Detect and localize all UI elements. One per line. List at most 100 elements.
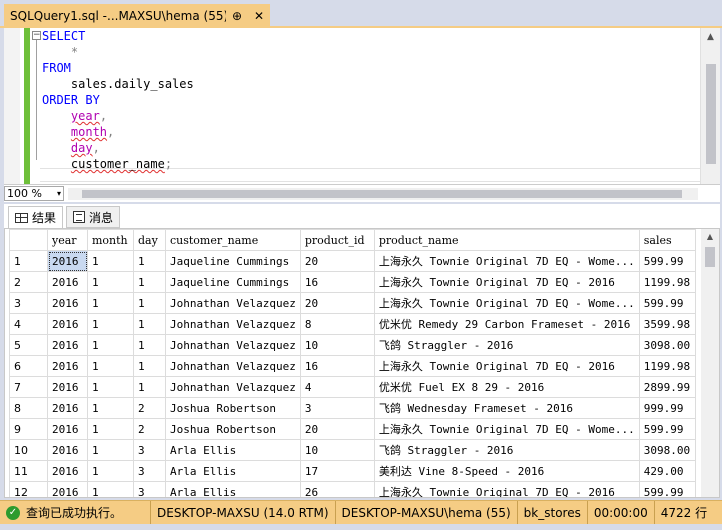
column-header-product-id[interactable]: product_id [299,229,375,251]
cell-row-number[interactable]: 8 [9,397,48,419]
cell-day[interactable]: 2 [133,397,166,419]
cell-year[interactable]: 2016 [47,292,88,314]
cell-row-number[interactable]: 2 [9,271,48,293]
cell-row-number[interactable]: 4 [9,313,48,335]
cell-product-name[interactable]: 飞鸽 Straggler - 2016 [373,334,640,356]
cell-month[interactable]: 1 [87,460,134,482]
cell-customer-name[interactable]: Johnathan Velazquez [165,313,301,335]
cell-year[interactable]: 2016 [47,313,88,335]
query-editor[interactable]: − SELECT * FROM sales.daily_sales ORDER … [4,28,720,184]
cell-row-number[interactable]: 10 [9,439,48,461]
results-grid[interactable]: year month day customer_name product_id … [4,228,720,498]
scroll-thumb[interactable] [706,64,716,164]
cell-product-id[interactable]: 16 [299,271,375,293]
scroll-up-icon[interactable]: ▲ [701,229,719,245]
column-header-month[interactable]: month [87,229,134,251]
cell-row-number[interactable]: 1 [9,250,48,272]
zoom-select[interactable]: 100 % ▾ [4,186,64,201]
cell-product-name[interactable]: 飞鸽 Wednesday Frameset - 2016 [373,397,640,419]
table-row[interactable]: 12 2016 1 3 Arla Ellis 26 上海永久 Townie Original… [9,481,696,497]
editor-vertical-scrollbar[interactable]: ▲ [700,28,720,184]
cell-day[interactable]: 1 [133,292,166,314]
cell-product-name[interactable]: 美利达 Vine 8-Speed - 2016 [373,460,640,482]
cell-sales[interactable]: 2899.99 [638,376,696,398]
cell-row-number[interactable]: 5 [9,334,48,356]
cell-product-id[interactable]: 10 [299,334,375,356]
editor-horizontal-scrollbar[interactable] [68,188,698,200]
cell-month[interactable]: 1 [87,313,134,335]
cell-sales[interactable]: 3599.98 [638,313,696,335]
collapse-icon[interactable]: − [32,31,41,40]
cell-product-name[interactable]: 优米优 Remedy 29 Carbon Frameset - 2016 [373,313,640,335]
cell-month[interactable]: 1 [87,292,134,314]
cell-product-name[interactable]: 上海永久 Townie Original 7D EQ - Wome... [373,292,640,314]
cell-customer-name[interactable]: Jaqueline Cummings [165,271,301,293]
cell-row-number[interactable]: 9 [9,418,48,440]
cell-customer-name[interactable]: Johnathan Velazquez [165,292,301,314]
cell-product-id[interactable]: 4 [299,376,375,398]
cell-product-id[interactable]: 20 [299,250,375,272]
column-header-sales[interactable]: sales [638,229,696,251]
cell-year[interactable]: 2016 [47,355,88,377]
pin-icon[interactable]: ⊕ [226,9,248,23]
tab-results[interactable]: 结果 [8,206,64,228]
cell-sales[interactable]: 599.99 [638,250,696,272]
cell-day[interactable]: 1 [133,334,166,356]
cell-year[interactable]: 2016 [47,460,88,482]
table-row[interactable]: 1 2016 1 1 Jaqueline Cummings 20 上海永久 Townie O… [9,250,696,272]
cell-month[interactable]: 1 [87,481,134,497]
cell-sales[interactable]: 599.99 [638,418,696,440]
cell-year[interactable]: 2016 [47,418,88,440]
table-row[interactable]: 7 2016 1 1 Johnathan Velazquez 4 优米优 Fuel EX 8… [9,376,696,398]
cell-day[interactable]: 3 [133,460,166,482]
cell-product-id[interactable]: 26 [299,481,375,497]
cell-month[interactable]: 1 [87,418,134,440]
cell-customer-name[interactable]: Johnathan Velazquez [165,376,301,398]
cell-month[interactable]: 1 [87,334,134,356]
cell-product-id[interactable]: 3 [299,397,375,419]
table-row[interactable]: 5 2016 1 1 Johnathan Velazquez 10 飞鸽 Straggler… [9,334,696,356]
chevron-down-icon[interactable]: ▾ [57,187,61,200]
cell-sales[interactable]: 599.99 [638,481,696,497]
cell-sales[interactable]: 1199.98 [638,355,696,377]
cell-row-number[interactable]: 12 [9,481,48,497]
scroll-thumb[interactable] [705,247,715,267]
cell-product-id[interactable]: 10 [299,439,375,461]
cell-day[interactable]: 1 [133,376,166,398]
sql-code[interactable]: SELECT * FROM sales.daily_sales ORDER BY… [42,28,194,172]
cell-year[interactable]: 2016 [47,397,88,419]
cell-product-name[interactable]: 上海永久 Townie Original 7D EQ - 2016 [373,271,640,293]
cell-year[interactable]: 2016 [47,439,88,461]
cell-sales[interactable]: 1199.98 [638,271,696,293]
scroll-up-icon[interactable]: ▲ [701,28,720,46]
cell-product-name[interactable]: 优米优 Fuel EX 8 29 - 2016 [373,376,640,398]
table-row[interactable]: 8 2016 1 2 Joshua Robertson 3 飞鸽 Wednesday Fra… [9,397,696,419]
cell-month[interactable]: 1 [87,250,134,272]
table-row[interactable]: 2 2016 1 1 Jaqueline Cummings 16 上海永久 Townie O… [9,271,696,293]
cell-year[interactable]: 2016 [47,481,88,497]
table-row[interactable]: 10 2016 1 3 Arla Ellis 10 飞鸽 Straggler - 2016 3… [9,439,696,461]
cell-day[interactable]: 2 [133,418,166,440]
row-number-header[interactable] [9,229,48,251]
cell-day[interactable]: 1 [133,313,166,335]
cell-product-id[interactable]: 16 [299,355,375,377]
column-header-year[interactable]: year [47,229,88,251]
cell-month[interactable]: 1 [87,397,134,419]
table-row[interactable]: 11 2016 1 3 Arla Ellis 17 美利达 Vine 8-Speed - 2… [9,460,696,482]
cell-customer-name[interactable]: Joshua Robertson [165,418,301,440]
cell-customer-name[interactable]: Johnathan Velazquez [165,334,301,356]
table-row[interactable]: 9 2016 1 2 Joshua Robertson 20 上海永久 Townie Ori… [9,418,696,440]
cell-sales[interactable]: 429.00 [638,460,696,482]
cell-customer-name[interactable]: Arla Ellis [165,460,301,482]
table-row[interactable]: 6 2016 1 1 Johnathan Velazquez 16 上海永久 Townie … [9,355,696,377]
cell-product-id[interactable]: 17 [299,460,375,482]
cell-product-name[interactable]: 上海永久 Townie Original 7D EQ - 2016 [373,355,640,377]
cell-day[interactable]: 3 [133,481,166,497]
table-row[interactable]: 4 2016 1 1 Johnathan Velazquez 8 优米优 Remedy 29… [9,313,696,335]
cell-day[interactable]: 1 [133,250,166,272]
cell-product-name[interactable]: 上海永久 Townie Original 7D EQ - Wome... [373,418,640,440]
close-icon[interactable]: ✕ [248,9,270,23]
cell-year[interactable]: 2016 [47,250,88,272]
cell-product-id[interactable]: 8 [299,313,375,335]
cell-customer-name[interactable]: Johnathan Velazquez [165,355,301,377]
